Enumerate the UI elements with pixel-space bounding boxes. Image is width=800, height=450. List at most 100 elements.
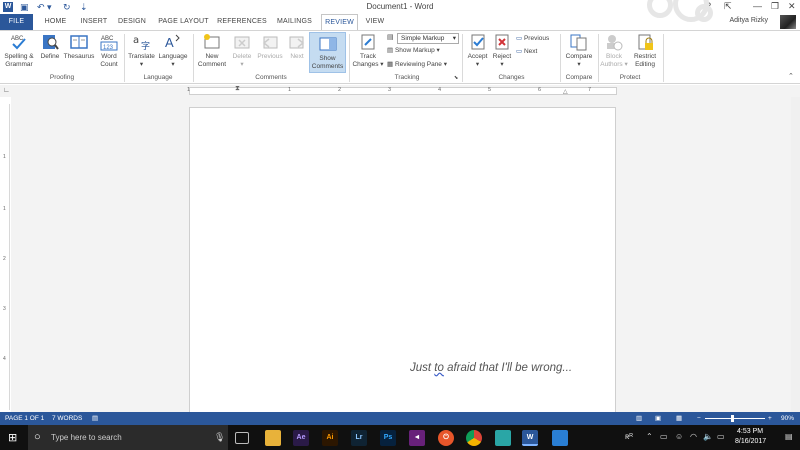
wifi-icon[interactable]: ◠ bbox=[690, 432, 697, 441]
compare-button[interactable]: Compare ▾ bbox=[563, 33, 595, 69]
word-taskbar-icon[interactable]: W bbox=[522, 430, 538, 446]
avatar[interactable] bbox=[780, 15, 796, 29]
tab-view[interactable]: VIEW bbox=[362, 14, 388, 30]
keyboard-icon[interactable]: ▭ bbox=[717, 432, 725, 441]
indent-marker-icon[interactable]: ⧗ bbox=[235, 85, 240, 93]
app-folder-icon[interactable] bbox=[495, 430, 511, 446]
close-button[interactable]: ✕ bbox=[788, 0, 796, 13]
previous-comment-button[interactable]: Previous bbox=[255, 33, 285, 61]
spelling-grammar-button[interactable]: ABC Spelling & Grammar bbox=[2, 33, 36, 69]
horizontal-ruler[interactable]: 1 1 2 3 4 5 6 7 ⧗ △ bbox=[187, 85, 617, 95]
read-mode-icon[interactable]: ▥ bbox=[636, 412, 642, 425]
microphone-icon[interactable]: 🎙 bbox=[214, 425, 225, 450]
delete-comment-button[interactable]: Delete ▾ bbox=[230, 33, 254, 69]
simple-markup-dropdown[interactable]: Simple Markup ▾ bbox=[397, 33, 459, 44]
tab-mailings[interactable]: MAILINGS bbox=[273, 14, 316, 30]
language-label: Language bbox=[158, 53, 188, 60]
tray-chevron-icon[interactable]: ⌃ bbox=[646, 432, 653, 441]
show-comments-button[interactable]: Show Comments bbox=[309, 32, 346, 73]
search-box[interactable]: ○ Type here to search 🎙 bbox=[28, 425, 228, 450]
word-count-label-2: Count bbox=[100, 61, 118, 68]
ribbon-display-icon[interactable]: ⇱ bbox=[724, 0, 732, 13]
clock-time[interactable]: 4:53 PM bbox=[737, 428, 763, 435]
restore-button[interactable]: ❐ bbox=[771, 0, 779, 13]
show-markup-button[interactable]: ▤ Show Markup ▾ bbox=[387, 46, 440, 56]
notifications-icon[interactable]: ▤ bbox=[785, 432, 793, 441]
app-window-icon[interactable] bbox=[552, 430, 568, 446]
new-comment-button[interactable]: New Comment bbox=[196, 33, 228, 69]
file-explorer-icon[interactable] bbox=[265, 430, 281, 446]
text-segment: Just bbox=[410, 362, 435, 374]
tray-app-icon[interactable]: ☺ bbox=[675, 432, 683, 441]
tab-file[interactable]: FILE bbox=[0, 14, 33, 30]
print-layout-icon[interactable]: ▣ bbox=[655, 412, 661, 425]
language-button[interactable]: A Language ▾ bbox=[157, 33, 189, 69]
page-count[interactable]: PAGE 1 OF 1 bbox=[5, 412, 44, 425]
track-changes-label-1: Track bbox=[359, 53, 376, 60]
tab-references[interactable]: REFERENCES bbox=[217, 14, 267, 30]
reviewing-pane-button[interactable]: ▦ Reviewing Pane ▾ bbox=[387, 60, 447, 70]
vertical-scrollbar[interactable] bbox=[791, 97, 800, 412]
next-comment-button[interactable]: Next bbox=[286, 33, 308, 61]
zoom-level[interactable]: 90% bbox=[781, 412, 794, 425]
previous-change-button[interactable]: ▭ Previous bbox=[516, 34, 549, 44]
proofing-status-icon[interactable]: ▤ bbox=[92, 412, 98, 425]
chrome-icon[interactable] bbox=[466, 430, 482, 446]
group-label-comments: Comments bbox=[255, 74, 287, 81]
lightroom-icon[interactable]: Lr bbox=[351, 430, 367, 446]
people-icon[interactable]: ʀᴿ bbox=[625, 432, 633, 441]
grammar-flagged-word[interactable]: to bbox=[434, 362, 444, 374]
zoom-slider[interactable] bbox=[705, 418, 765, 419]
photoshop-icon[interactable]: Ps bbox=[380, 430, 396, 446]
tab-insert[interactable]: INSERT bbox=[76, 14, 112, 30]
reject-button[interactable]: Reject ▾ bbox=[491, 33, 513, 69]
restrict-editing-button[interactable]: Restrict Editing bbox=[630, 33, 660, 69]
document-text[interactable]: Just to afraid that I'll be wrong... bbox=[410, 362, 572, 374]
spelling-label-1: Spelling & bbox=[4, 53, 34, 60]
accept-button[interactable]: Accept ▾ bbox=[465, 33, 490, 69]
word-count-button[interactable]: ABC 123 Word Count bbox=[96, 33, 122, 69]
define-label: Define bbox=[40, 53, 60, 60]
battery-icon[interactable]: ▭ bbox=[660, 432, 668, 441]
clock-date[interactable]: 8/16/2017 bbox=[735, 438, 766, 445]
collapse-ribbon-icon[interactable]: ⌃ bbox=[788, 72, 794, 82]
track-changes-button[interactable]: Track Changes ▾ bbox=[352, 33, 384, 69]
block-authors-button[interactable]: Block Authors ▾ bbox=[600, 33, 628, 69]
tab-selector-icon[interactable]: ∟ bbox=[3, 87, 10, 94]
zoom-out-button[interactable]: − bbox=[697, 412, 701, 425]
show-comments-icon bbox=[319, 37, 336, 51]
define-button[interactable]: Define bbox=[38, 33, 62, 61]
next-change-label: Next bbox=[523, 48, 538, 55]
thesaurus-button[interactable]: Thesaurus bbox=[63, 33, 95, 61]
tab-home[interactable]: HOME bbox=[38, 14, 73, 30]
show-markup-label: Show Markup bbox=[394, 47, 435, 54]
spelling-check-icon: ABC bbox=[11, 36, 26, 50]
word-count[interactable]: 7 WORDS bbox=[52, 412, 82, 425]
windows-start-icon[interactable]: ⊞ bbox=[8, 431, 17, 444]
visual-studio-icon[interactable]: ◄ bbox=[409, 430, 425, 446]
zoom-in-button[interactable]: + bbox=[768, 412, 772, 425]
block-authors-icon bbox=[607, 35, 623, 51]
tracking-launcher-icon[interactable]: ⬊ bbox=[454, 73, 458, 83]
volume-icon[interactable]: 🔈 bbox=[703, 432, 713, 441]
user-name[interactable]: Aditya Rizky bbox=[729, 17, 768, 24]
compare-label: Compare bbox=[565, 53, 593, 60]
group-divider bbox=[124, 34, 125, 82]
task-view-icon[interactable] bbox=[235, 432, 249, 444]
translate-button[interactable]: a字 Translate ▾ bbox=[127, 33, 156, 69]
tab-review[interactable]: REVIEW bbox=[321, 14, 358, 31]
minimize-button[interactable]: — bbox=[753, 0, 762, 13]
next-change-button[interactable]: ▭ Next bbox=[516, 47, 537, 57]
app-power-icon[interactable]: ⏻ bbox=[438, 430, 454, 446]
right-indent-icon[interactable]: △ bbox=[563, 88, 568, 95]
ruler-number: 2 bbox=[338, 87, 342, 93]
vertical-ruler[interactable]: 1 1 2 3 4 bbox=[2, 104, 10, 410]
illustrator-icon[interactable]: Ai bbox=[322, 430, 338, 446]
zoom-thumb[interactable] bbox=[731, 415, 734, 422]
tab-design[interactable]: DESIGN bbox=[115, 14, 149, 30]
group-label-compare: Compare bbox=[565, 74, 593, 81]
tab-page-layout[interactable]: PAGE LAYOUT bbox=[156, 14, 211, 30]
track-changes-icon bbox=[361, 34, 375, 50]
after-effects-icon[interactable]: Ae bbox=[293, 430, 309, 446]
web-layout-icon[interactable]: ▦ bbox=[676, 412, 682, 425]
